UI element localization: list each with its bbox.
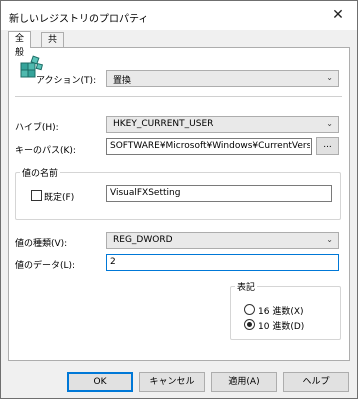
tab-common[interactable]: 共通	[41, 32, 65, 59]
title-bar: 新しいレジストリのプロパティ ✕	[1, 1, 357, 30]
divider	[15, 96, 342, 97]
help-button[interactable]: ヘルプ	[283, 372, 349, 392]
hex-radio-label: 16 進数(X)	[258, 307, 304, 317]
cancel-button[interactable]: キャンセル	[139, 372, 205, 392]
value-data-input[interactable]: 2	[106, 254, 339, 271]
value-name-group-title: 値の名前	[20, 166, 61, 179]
action-label: アクション(T):	[36, 76, 97, 86]
value-name-value: VisualFXSetting	[110, 188, 181, 198]
hex-radio[interactable]	[244, 304, 255, 315]
general-panel: アクション(T): 置換 ⌄ ハイブ(H): HKEY_CURRENT_USER…	[8, 47, 350, 361]
chevron-down-icon: ⌄	[326, 73, 333, 82]
apply-button[interactable]: 適用(A)	[211, 372, 277, 392]
chevron-down-icon: ⌄	[326, 119, 333, 128]
value-data-value: 2	[110, 257, 116, 267]
action-select[interactable]: 置換 ⌄	[106, 70, 339, 87]
value-data-label: 値のデータ(L):	[15, 261, 76, 271]
radio-selected-dot	[247, 322, 252, 327]
value-type-label: 値の種類(V):	[15, 239, 68, 249]
hive-select[interactable]: HKEY_CURRENT_USER ⌄	[106, 116, 339, 133]
base-group-title: 表記	[235, 280, 258, 293]
hive-label: ハイブ(H):	[15, 123, 59, 133]
value-type-value: REG_DWORD	[113, 235, 173, 245]
key-path-input[interactable]: SOFTWARE¥Microsoft¥Windows¥CurrentVersio…	[106, 138, 312, 155]
default-checkbox[interactable]	[31, 190, 42, 201]
window-title: 新しいレジストリのプロパティ	[9, 14, 149, 25]
properties-dialog: 新しいレジストリのプロパティ ✕ 全般 共通 アクション(T): 置換 ⌄ ハイ…	[0, 0, 358, 399]
value-name-input[interactable]: VisualFXSetting	[106, 185, 332, 202]
decimal-radio[interactable]	[244, 319, 255, 330]
browse-button[interactable]: ...	[316, 137, 339, 155]
default-checkbox-label: 既定(F)	[44, 193, 75, 203]
decimal-radio-label: 10 進数(D)	[258, 322, 305, 332]
key-path-value: SOFTWARE¥Microsoft¥Windows¥CurrentVersio…	[110, 141, 310, 151]
ok-button[interactable]: OK	[67, 372, 133, 392]
key-path-label: キーのパス(K):	[15, 146, 76, 156]
close-button[interactable]: ✕	[323, 3, 353, 27]
hive-value: HKEY_CURRENT_USER	[113, 119, 214, 129]
action-value: 置換	[113, 76, 132, 86]
tab-general[interactable]: 全般	[8, 31, 32, 58]
value-type-select[interactable]: REG_DWORD ⌄	[106, 232, 339, 249]
chevron-down-icon: ⌄	[326, 235, 333, 244]
